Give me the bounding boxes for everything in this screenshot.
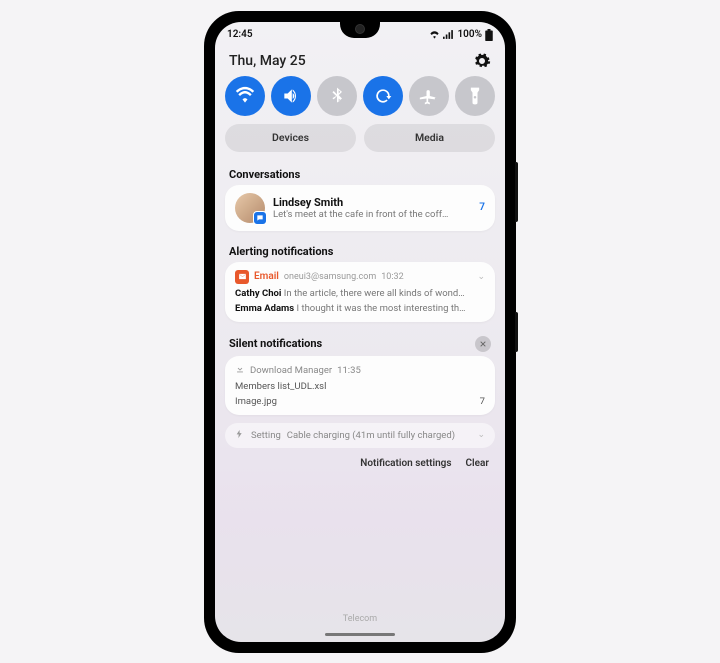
download-time: 11:35 xyxy=(337,365,361,376)
section-title-silent-row: Silent notifications xyxy=(215,330,505,356)
download-file-1: Image.jpg 7 xyxy=(235,396,485,407)
conversation-body: Lindsey Smith Let's meet at the cafe in … xyxy=(273,196,465,220)
chevron-down-icon[interactable]: ⌄ xyxy=(477,430,485,440)
email-time: 10:32 xyxy=(381,272,403,282)
download-app-label: Download Manager xyxy=(250,365,332,376)
section-title-silent: Silent notifications xyxy=(229,337,322,350)
email-sender-1: Emma Adams xyxy=(235,303,294,314)
qs-header: Thu, May 25 xyxy=(215,44,505,76)
toggle-rotate[interactable] xyxy=(363,76,403,116)
download-icon xyxy=(235,364,245,377)
charging-notification[interactable]: Setting Cable charging (41m until fully … xyxy=(225,423,495,448)
chat-icon xyxy=(256,214,264,222)
battery-icon xyxy=(485,29,493,41)
status-time: 12:45 xyxy=(227,29,253,40)
chevron-down-icon[interactable]: ⌄ xyxy=(477,272,485,282)
settings-gear-button[interactable] xyxy=(473,52,491,70)
messages-app-badge xyxy=(253,211,267,225)
side-button xyxy=(515,162,518,222)
side-button-2 xyxy=(515,312,518,352)
setting-text: Cable charging (41m until fully charged) xyxy=(287,430,455,441)
phone-frame: 12:45 100% Thu, May 25 xyxy=(205,12,515,652)
email-notification[interactable]: Email oneui3@samsung.com 10:32 ⌄ Cathy C… xyxy=(225,262,495,322)
wifi-icon xyxy=(235,86,255,106)
download-file-name-0: Members list_UDL.xsl xyxy=(235,381,326,392)
flashlight-icon xyxy=(465,86,485,106)
devices-button[interactable]: Devices xyxy=(225,124,356,152)
toggle-flashlight[interactable] xyxy=(455,76,495,116)
section-title-conversations: Conversations xyxy=(215,162,505,185)
download-file-0: Members list_UDL.xsl xyxy=(235,381,485,392)
section-title-alerting: Alerting notifications xyxy=(215,239,505,262)
email-app-label: Email xyxy=(254,271,279,282)
toggle-bluetooth[interactable] xyxy=(317,76,357,116)
download-file-name-1: Image.jpg xyxy=(235,396,277,407)
avatar xyxy=(235,193,265,223)
email-sender-0: Cathy Choi xyxy=(235,288,281,299)
airplane-icon xyxy=(419,86,439,106)
email-row-1: Emma Adams I thought it was the most int… xyxy=(235,303,485,314)
conversation-sender: Lindsey Smith xyxy=(273,196,465,209)
battery-percent: 100% xyxy=(457,29,482,40)
email-row-0: Cathy Choi In the article, there were al… xyxy=(235,288,485,299)
download-notification[interactable]: Download Manager 11:35 Members list_UDL.… xyxy=(225,356,495,415)
close-icon xyxy=(479,340,487,348)
clear-button[interactable]: Clear xyxy=(466,458,490,469)
conversation-preview: Let's meet at the cafe in front of the c… xyxy=(273,209,465,220)
email-preview-0: In the article, there were all kinds of … xyxy=(284,288,465,299)
footer-actions: Notification settings Clear xyxy=(215,454,505,477)
email-header: Email oneui3@samsung.com 10:32 ⌄ xyxy=(235,270,485,284)
date-label: Thu, May 25 xyxy=(229,53,306,69)
toggle-airplane[interactable] xyxy=(409,76,449,116)
carrier-label: Telecom xyxy=(215,614,505,624)
toggle-sound[interactable] xyxy=(271,76,311,116)
gear-icon xyxy=(473,52,491,70)
wifi-icon xyxy=(429,30,440,39)
nav-handle[interactable] xyxy=(325,633,395,636)
download-file-count-1: 7 xyxy=(480,396,485,407)
bluetooth-icon xyxy=(327,86,347,106)
screen: 12:45 100% Thu, May 25 xyxy=(215,22,505,642)
conversation-count: 7 xyxy=(473,202,485,213)
notification-settings-button[interactable]: Notification settings xyxy=(360,458,451,469)
qs-toggles xyxy=(215,76,505,124)
rotate-icon xyxy=(373,86,393,106)
close-silent-button[interactable] xyxy=(475,336,491,352)
signal-icon xyxy=(443,30,454,39)
email-address: oneui3@samsung.com xyxy=(284,272,376,282)
status-right: 100% xyxy=(429,29,493,41)
toggle-wifi[interactable] xyxy=(225,76,265,116)
email-icon xyxy=(235,270,249,284)
setting-app-label: Setting xyxy=(251,430,281,441)
download-header: Download Manager 11:35 xyxy=(235,364,485,377)
qs-buttons: Devices Media xyxy=(215,124,505,162)
conversation-notification[interactable]: Lindsey Smith Let's meet at the cafe in … xyxy=(225,185,495,231)
bolt-icon xyxy=(235,429,245,442)
email-preview-1: I thought it was the most interesting th… xyxy=(297,303,466,314)
speaker-icon xyxy=(281,86,301,106)
media-button[interactable]: Media xyxy=(364,124,495,152)
